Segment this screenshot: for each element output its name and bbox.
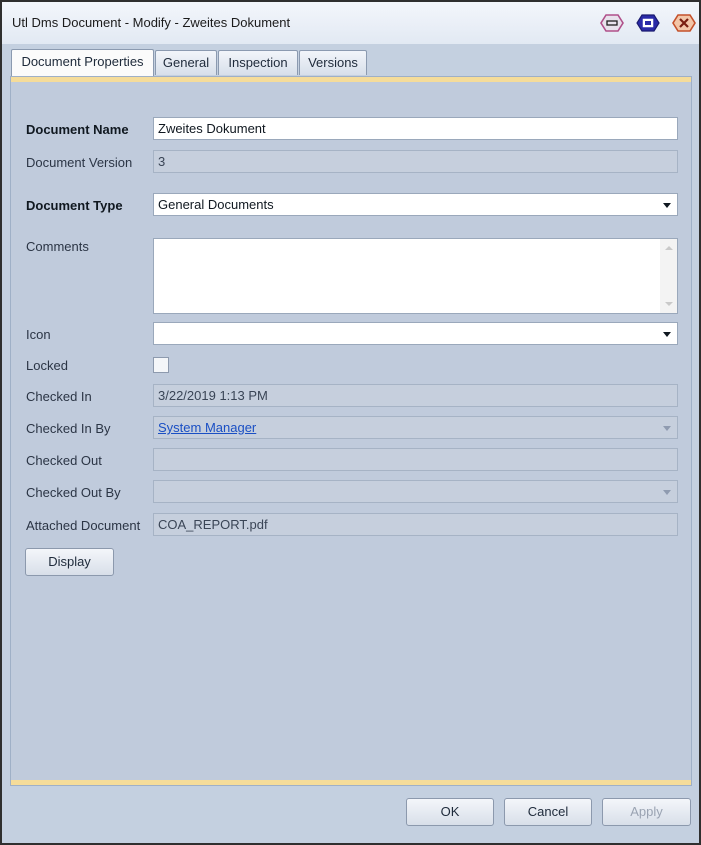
checked-in-by-label: Checked In By <box>26 421 111 436</box>
tab-inspection[interactable]: Inspection <box>218 50 298 75</box>
attached-document-label: Attached Document <box>26 518 141 533</box>
checked-in-by-select: System Manager <box>153 416 678 439</box>
window-title: Utl Dms Document - Modify - Zweites Doku… <box>12 15 291 30</box>
tab-versions[interactable]: Versions <box>299 50 367 75</box>
ok-button[interactable]: OK <box>406 798 494 826</box>
checked-in-field: 3/22/2019 1:13 PM <box>153 384 678 407</box>
checked-out-label: Checked Out <box>26 453 102 468</box>
apply-button: Apply <box>602 798 691 826</box>
document-type-label: Document Type <box>26 198 123 213</box>
attached-document-field: COA_REPORT.pdf <box>153 513 678 536</box>
locked-checkbox[interactable] <box>153 357 169 373</box>
checked-in-by-link[interactable]: System Manager <box>158 420 256 435</box>
maximize-icon[interactable] <box>636 14 660 32</box>
checked-out-field <box>153 448 678 471</box>
title-bar[interactable]: Utl Dms Document - Modify - Zweites Doku… <box>2 2 699 44</box>
document-name-input[interactable]: Zweites Dokument <box>153 117 678 140</box>
scroll-up-icon[interactable] <box>665 246 673 250</box>
cancel-button[interactable]: Cancel <box>504 798 592 826</box>
locked-label: Locked <box>26 358 68 373</box>
comments-scrollbar[interactable] <box>660 239 677 313</box>
close-icon[interactable] <box>672 14 696 32</box>
checked-out-by-label: Checked Out By <box>26 485 121 500</box>
document-version-field: 3 <box>153 150 678 173</box>
checked-in-label: Checked In <box>26 389 92 404</box>
tab-document-properties[interactable]: Document Properties <box>11 49 154 76</box>
display-button[interactable]: Display <box>25 548 114 576</box>
panel-accent-bottom <box>11 780 691 785</box>
icon-label: Icon <box>26 327 51 342</box>
minimize-icon[interactable] <box>600 14 624 32</box>
dialog-window: Utl Dms Document - Modify - Zweites Doku… <box>0 0 701 845</box>
comments-textarea[interactable] <box>153 238 678 314</box>
document-type-select[interactable]: General Documents <box>153 193 678 216</box>
scroll-down-icon[interactable] <box>665 302 673 306</box>
icon-select[interactable] <box>153 322 678 345</box>
comments-label: Comments <box>26 239 89 254</box>
document-name-label: Document Name <box>26 122 129 137</box>
checked-out-by-select <box>153 480 678 503</box>
tab-general[interactable]: General <box>155 50 217 75</box>
document-version-label: Document Version <box>26 155 133 170</box>
panel-accent-top <box>11 77 691 82</box>
